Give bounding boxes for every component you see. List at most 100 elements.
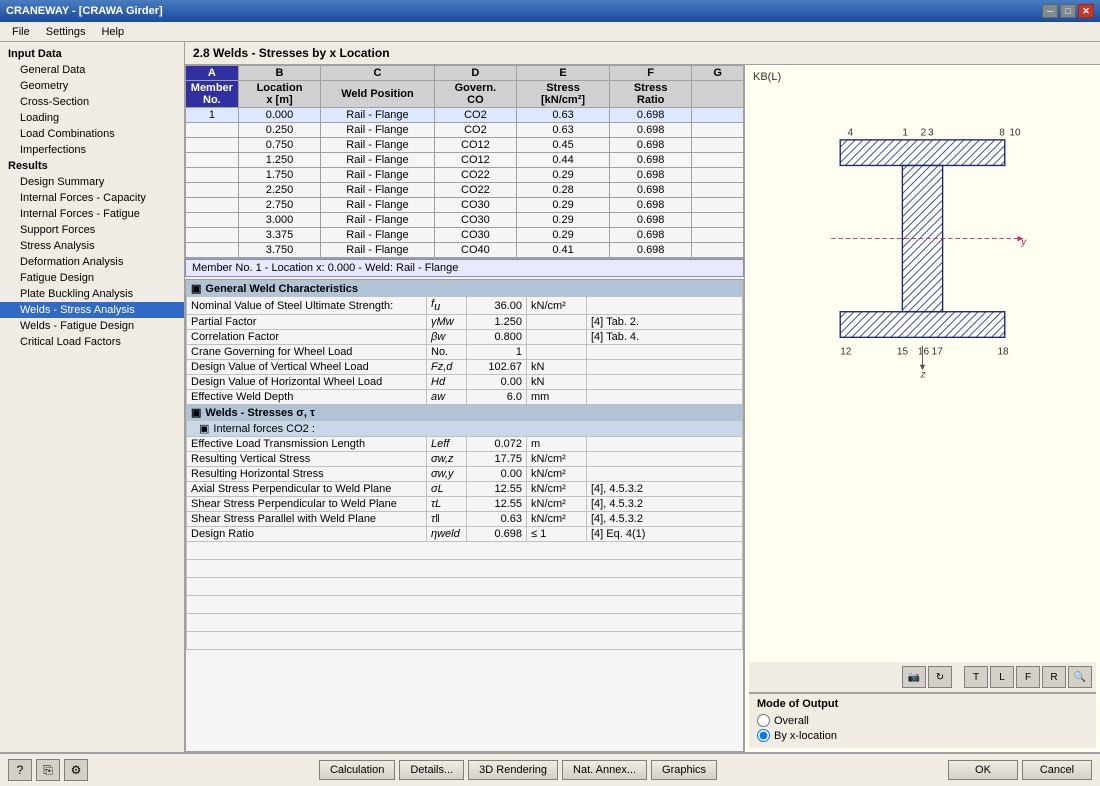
sidebar-item-welds-stress[interactable]: Welds - Stress Analysis xyxy=(0,302,184,318)
close-button[interactable]: ✕ xyxy=(1078,4,1094,18)
rendering-button[interactable]: 3D Rendering xyxy=(468,760,558,780)
graphics-button[interactable]: Graphics xyxy=(651,760,717,780)
cell-stress: 0.45 xyxy=(517,138,610,153)
col-e-header: E xyxy=(517,66,610,81)
sidebar-item-load-combinations[interactable]: Load Combinations xyxy=(0,126,184,142)
cell-weld-pos: Rail - Flange xyxy=(321,108,434,123)
sidebar-item-welds-fatigue[interactable]: Welds - Fatigue Design xyxy=(0,318,184,334)
rotate-button[interactable]: ↻ xyxy=(928,666,952,688)
detail-section: ▣General Weld Characteristics Nominal Va… xyxy=(185,279,744,752)
node-label: 10 xyxy=(1009,127,1021,138)
cell-location: 0.250 xyxy=(238,123,320,138)
sidebar-item-imperfections[interactable]: Imperfections xyxy=(0,142,184,158)
sidebar-item-critical-load[interactable]: Critical Load Factors xyxy=(0,334,184,350)
section-header-welds: ▣Welds - Stresses σ, τ xyxy=(187,405,743,421)
table-row[interactable]: 0.750 Rail - Flange CO12 0.45 0.698 xyxy=(186,138,744,153)
cell-co: CO2 xyxy=(434,108,516,123)
sidebar-item-general-data[interactable]: General Data xyxy=(0,62,184,78)
table-row[interactable]: 3.000 Rail - Flange CO30 0.29 0.698 xyxy=(186,213,744,228)
copy-button[interactable]: ⎘ xyxy=(36,759,60,781)
detail-row-empty xyxy=(187,560,743,578)
cell-co: CO2 xyxy=(434,123,516,138)
cell-g xyxy=(692,243,744,258)
sidebar-item-loading[interactable]: Loading xyxy=(0,110,184,126)
cell-ratio: 0.698 xyxy=(609,138,691,153)
sidebar-item-cross-section[interactable]: Cross-Section xyxy=(0,94,184,110)
cell-ratio: 0.698 xyxy=(609,108,691,123)
view-right-button[interactable]: R xyxy=(1042,666,1066,688)
cell-location: 3.375 xyxy=(238,228,320,243)
details-button[interactable]: Details... xyxy=(399,760,464,780)
radio-by-x[interactable]: By x-location xyxy=(757,729,1088,742)
sidebar-item-fatigue-design[interactable]: Fatigue Design xyxy=(0,270,184,286)
ok-button[interactable]: OK xyxy=(948,760,1018,780)
settings-icon-button[interactable]: ⚙ xyxy=(64,759,88,781)
cell-stress: 0.63 xyxy=(517,108,610,123)
maximize-button[interactable]: □ xyxy=(1060,4,1076,18)
zoom-fit-button[interactable]: 🔍 xyxy=(1068,666,1092,688)
main-table: A B C D E F G MemberNo. Locationx [m] xyxy=(185,65,744,258)
cell-ratio: 0.698 xyxy=(609,213,691,228)
cell-member xyxy=(186,153,239,168)
col-c-header: C xyxy=(321,66,434,81)
detail-row: Shear Stress Parallel with Weld Plane τ‖… xyxy=(187,512,743,527)
window-controls: ─ □ ✕ xyxy=(1042,4,1094,18)
detail-row: Design Value of Horizontal Wheel Load Hd… xyxy=(187,375,743,390)
col-b-subheader: Locationx [m] xyxy=(238,81,320,108)
nat-annex-button[interactable]: Nat. Annex... xyxy=(562,760,647,780)
table-row[interactable]: 3.375 Rail - Flange CO30 0.29 0.698 xyxy=(186,228,744,243)
table-row[interactable]: 0.250 Rail - Flange CO2 0.63 0.698 xyxy=(186,123,744,138)
radio-overall[interactable]: Overall xyxy=(757,714,1088,727)
detail-row: Crane Governing for Wheel Load No. 1 xyxy=(187,345,743,360)
radio-byx-input[interactable] xyxy=(757,729,770,742)
sidebar-item-design-summary[interactable]: Design Summary xyxy=(0,174,184,190)
cell-weld-pos: Rail - Flange xyxy=(321,243,434,258)
sidebar-item-internal-forces-capacity[interactable]: Internal Forces - Capacity xyxy=(0,190,184,206)
table-row[interactable]: 1.250 Rail - Flange CO12 0.44 0.698 xyxy=(186,153,744,168)
cell-co: CO40 xyxy=(434,243,516,258)
help-button[interactable]: ? xyxy=(8,759,32,781)
cell-ratio: 0.698 xyxy=(609,198,691,213)
sidebar-item-geometry[interactable]: Geometry xyxy=(0,78,184,94)
sidebar-item-deformation-analysis[interactable]: Deformation Analysis xyxy=(0,254,184,270)
view-top-button[interactable]: T xyxy=(964,666,988,688)
table-row[interactable]: 1 0.000 Rail - Flange CO2 0.63 0.698 xyxy=(186,108,744,123)
cancel-button[interactable]: Cancel xyxy=(1022,760,1092,780)
node-label: 16 xyxy=(918,347,930,358)
content-body: A B C D E F G MemberNo. Locationx [m] xyxy=(185,65,1100,752)
radio-overall-input[interactable] xyxy=(757,714,770,727)
view-front-button[interactable]: F xyxy=(1016,666,1040,688)
menu-file[interactable]: File xyxy=(4,24,38,40)
sidebar-item-plate-buckling[interactable]: Plate Buckling Analysis xyxy=(0,286,184,302)
detail-row: Design Value of Vertical Wheel Load Fz,d… xyxy=(187,360,743,375)
main-table-container[interactable]: A B C D E F G MemberNo. Locationx [m] xyxy=(185,65,744,259)
kb-label: KB(L) xyxy=(749,69,1096,85)
node-label: 17 xyxy=(932,347,944,358)
sidebar-item-support-forces[interactable]: Support Forces xyxy=(0,222,184,238)
calculation-button[interactable]: Calculation xyxy=(319,760,395,780)
detail-row-empty xyxy=(187,614,743,632)
cell-co: CO12 xyxy=(434,138,516,153)
view-left-button[interactable]: L xyxy=(990,666,1014,688)
table-row[interactable]: 1.750 Rail - Flange CO22 0.29 0.698 xyxy=(186,168,744,183)
bottom-left: ? ⎘ ⚙ xyxy=(8,759,88,781)
sidebar-item-stress-analysis[interactable]: Stress Analysis xyxy=(0,238,184,254)
table-row[interactable]: 2.250 Rail - Flange CO22 0.28 0.698 xyxy=(186,183,744,198)
menu-help[interactable]: Help xyxy=(93,24,132,40)
sidebar-item-internal-forces-fatigue[interactable]: Internal Forces - Fatigue xyxy=(0,206,184,222)
cell-weld-pos: Rail - Flange xyxy=(321,228,434,243)
cell-location: 3.750 xyxy=(238,243,320,258)
sidebar-section-input: Input Data xyxy=(0,46,184,62)
cell-location: 2.250 xyxy=(238,183,320,198)
table-row[interactable]: 2.750 Rail - Flange CO30 0.29 0.698 xyxy=(186,198,744,213)
cell-location: 1.250 xyxy=(238,153,320,168)
cell-g xyxy=(692,213,744,228)
right-panel: KB(L) xyxy=(745,65,1100,752)
camera-button[interactable]: 📷 xyxy=(902,666,926,688)
menu-settings[interactable]: Settings xyxy=(38,24,94,40)
bottom-bar: ? ⎘ ⚙ Calculation Details... 3D Renderin… xyxy=(0,752,1100,786)
cell-ratio: 0.698 xyxy=(609,228,691,243)
minimize-button[interactable]: ─ xyxy=(1042,4,1058,18)
table-row[interactable]: 3.750 Rail - Flange CO40 0.41 0.698 xyxy=(186,243,744,258)
cell-stress: 0.29 xyxy=(517,168,610,183)
